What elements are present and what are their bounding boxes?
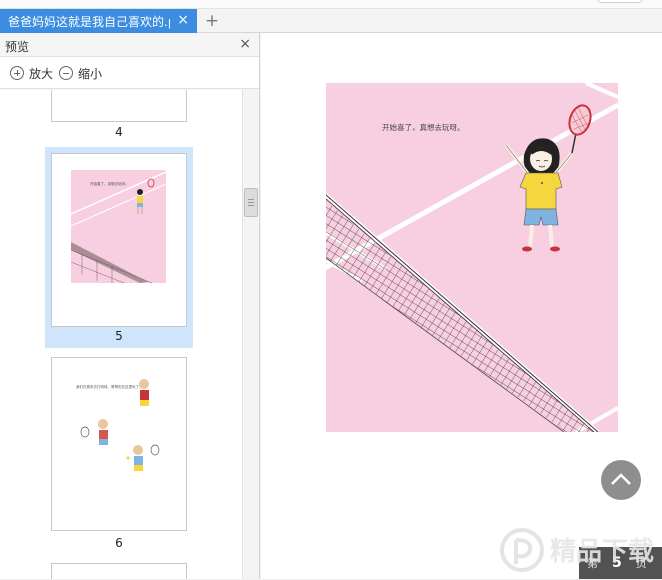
watermark-logo: 精品下载 bbox=[498, 520, 660, 577]
zoom-in-icon bbox=[10, 66, 24, 80]
thumbnail-page-number: 5 bbox=[115, 329, 123, 343]
page-caption: 开始喜了，真想去玩呀。 bbox=[382, 122, 465, 132]
zoom-toolbar: 放大 缩小 bbox=[0, 57, 259, 89]
thumbnail-image: 我们在周末去打网球，哥哥也在这里玩了。 bbox=[51, 357, 187, 531]
thumbnail-page-number: 6 bbox=[115, 536, 123, 550]
back-to-top-button[interactable] bbox=[601, 460, 641, 500]
tab-active-document[interactable]: 爸爸妈妈这就是我自己喜欢的.pdf × bbox=[0, 9, 197, 33]
back-to-top-icon bbox=[611, 473, 631, 485]
preview-panel: 预览 × 放大 缩小 4 开始喜了，真想去玩呀。 5 我们在周末去打网球，哥哥也… bbox=[0, 33, 260, 579]
thumbnail-image bbox=[51, 563, 187, 579]
thumbnail-list[interactable]: 4 开始喜了，真想去玩呀。 5 我们在周末去打网球，哥哥也在这里玩了。 6 bbox=[0, 90, 242, 579]
thumbnail-page-number: 4 bbox=[115, 125, 123, 139]
new-tab-button[interactable]: + bbox=[202, 10, 222, 32]
thumbnail-page-7[interactable] bbox=[45, 560, 193, 579]
zoom-in-label: 放大 bbox=[29, 66, 54, 81]
thumb-caption: 我们在周末去打网球，哥哥也在这里玩了。 bbox=[76, 384, 143, 389]
thumbnail-image bbox=[51, 90, 187, 122]
girl-illustration bbox=[504, 104, 592, 252]
window-top-strip bbox=[0, 0, 662, 9]
thumbnail-page-4[interactable]: 4 bbox=[45, 90, 193, 140]
tab-bar: 爸爸妈妈这就是我自己喜欢的.pdf × + bbox=[0, 0, 662, 33]
scrollbar-thumb[interactable] bbox=[244, 188, 258, 217]
page-illustration: 开始喜了，真想去玩呀。 bbox=[326, 83, 618, 432]
zoom-out-icon bbox=[59, 66, 73, 80]
thumbnail-page-6[interactable]: 我们在周末去打网球，哥哥也在这里玩了。 6 bbox=[45, 354, 193, 554]
thumbnail-scrollbar[interactable] bbox=[242, 90, 259, 579]
thumbnail-image: 开始喜了，真想去玩呀。 bbox=[51, 153, 187, 327]
document-page-5: 开始喜了，真想去玩呀。 bbox=[326, 83, 618, 432]
preview-panel-header: 预览 × bbox=[0, 33, 259, 57]
preview-close-icon[interactable]: × bbox=[239, 36, 251, 52]
tab-title: 爸爸妈妈这就是我自己喜欢的.pdf bbox=[8, 14, 170, 29]
zoom-in-button[interactable]: 放大 bbox=[10, 64, 53, 82]
thumbnail-page-5[interactable]: 开始喜了，真想去玩呀。 5 bbox=[45, 147, 193, 348]
thumb-caption: 开始喜了，真想去玩呀。 bbox=[90, 181, 129, 186]
svg-text:精品下载: 精品下载 bbox=[550, 537, 654, 567]
zoom-out-label: 缩小 bbox=[78, 66, 103, 81]
zoom-out-button[interactable]: 缩小 bbox=[59, 64, 102, 82]
tab-close-icon[interactable]: × bbox=[177, 12, 189, 28]
preview-panel-title: 预览 bbox=[5, 40, 30, 54]
document-view[interactable]: 开始喜了，真想去玩呀。 第 5 页 bbox=[261, 33, 662, 579]
